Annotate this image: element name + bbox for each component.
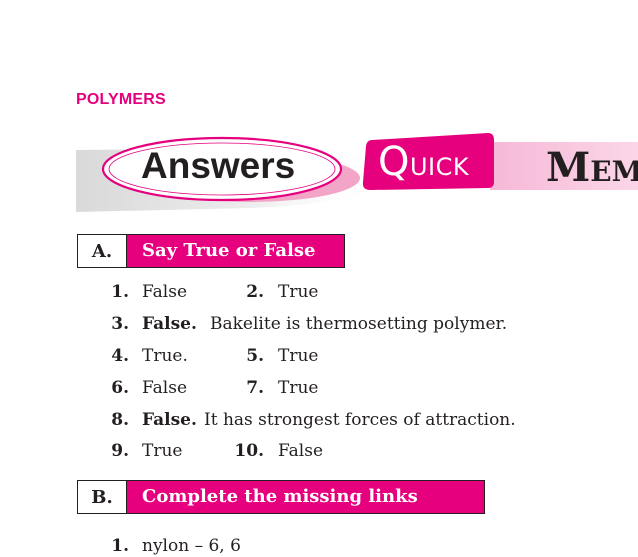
section-b-title: Complete the missing links: [127, 480, 485, 514]
item-number: 1.: [111, 536, 129, 556]
quick-rest: UICK: [409, 153, 470, 181]
item-number: 10.: [234, 441, 264, 461]
item-answer: nylon – 6, 6: [142, 536, 241, 556]
quick-initial: Q: [378, 139, 410, 185]
item-number: 2.: [246, 282, 264, 302]
mem-initial: M: [546, 144, 591, 191]
item-number: 9.: [111, 441, 129, 461]
section-a-title: Say True or False: [127, 234, 345, 268]
item-explanation: It has strongest forces of attraction.: [204, 410, 516, 430]
item-answer: True: [278, 378, 319, 398]
mem-label: MEM: [546, 148, 638, 189]
section-b-letter: B.: [77, 480, 127, 514]
item-answer: False: [142, 378, 187, 398]
answers-heading: Answers: [141, 145, 296, 186]
item-number: 5.: [246, 346, 264, 366]
item-answer: True: [278, 346, 319, 366]
item-answer: True.: [142, 346, 188, 366]
section-b-header: B. Complete the missing links: [77, 480, 485, 514]
item-number: 6.: [111, 378, 129, 398]
item-number: 8.: [111, 410, 129, 430]
item-explanation: Bakelite is thermosetting polymer.: [210, 314, 508, 334]
item-answer: False: [142, 282, 187, 302]
item-answer-bold: False.: [142, 410, 197, 430]
item-answer: True: [142, 441, 183, 461]
section-a-letter: A.: [77, 234, 127, 268]
item-answer-bold: False.: [142, 314, 197, 334]
answers-banner-graphic: [76, 133, 638, 212]
item-number: 3.: [111, 314, 129, 334]
item-number: 4.: [111, 346, 129, 366]
item-answer: True: [278, 282, 319, 302]
item-number: 1.: [111, 282, 129, 302]
item-answer: False: [278, 441, 323, 461]
mem-rest: EM: [590, 155, 638, 188]
section-a-header: A. Say True or False: [77, 234, 345, 268]
quick-label: QUICK: [378, 140, 469, 189]
item-number: 7.: [246, 378, 264, 398]
